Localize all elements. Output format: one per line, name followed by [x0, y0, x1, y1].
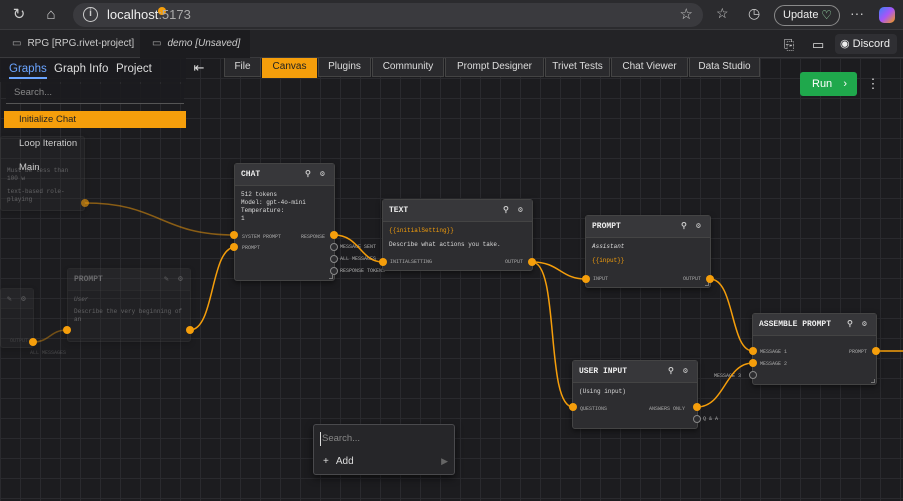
bg-prompt-output-port[interactable] [186, 326, 194, 334]
chat-prompt-port[interactable] [230, 243, 238, 251]
tab-project[interactable]: Project [116, 63, 152, 75]
chat-response-tokens-port[interactable] [330, 267, 338, 275]
settings-icon[interactable]: ⚙ [320, 164, 325, 186]
favorites-icon[interactable]: ☆ [716, 5, 729, 22]
tab-prompt-designer[interactable]: Prompt Designer [445, 58, 544, 77]
browser-toolbar: ↻ ⌂ i localhost:5173 ☆ ☆ ◷ Update ♡ ··· [0, 0, 903, 30]
chat-message-sent-port[interactable] [330, 243, 338, 251]
wire [531, 261, 587, 280]
collapse-sidebar-icon[interactable]: ⇤ [189, 60, 209, 80]
file-tabs-bar: ▭ RPG [RPG.rivet-project] ▭ demo [Unsaved] [0, 30, 903, 58]
assemble-message3-port[interactable] [749, 371, 757, 379]
pin-icon[interactable]: ⚲ [681, 216, 687, 238]
wire [696, 362, 754, 408]
favorite-star-icon[interactable]: ☆ [680, 5, 693, 23]
pin-icon[interactable]: ⚲ [503, 200, 509, 222]
chat-all-messages-port[interactable] [330, 255, 338, 263]
graph-item-initialize-chat[interactable]: Initialize Chat [4, 111, 186, 128]
settings-icon[interactable]: ⚙ [518, 200, 523, 222]
copilot-icon[interactable] [879, 7, 895, 23]
file-tab-demo[interactable]: ▭ demo [Unsaved] [140, 30, 250, 58]
url-text: localhost:5173 [107, 7, 191, 22]
file-tab-rpg[interactable]: ▭ RPG [RPG.rivet-project] [0, 30, 138, 58]
pin-icon[interactable]: ⚲ [305, 164, 311, 186]
settings-icon[interactable]: ⚙ [862, 314, 867, 336]
text-output-port[interactable] [528, 258, 536, 266]
new-file-icon[interactable]: ⎘ [784, 37, 794, 53]
run-button[interactable]: Run › [800, 72, 857, 96]
tab-community[interactable]: Community [372, 58, 444, 77]
graph-item-loop-iteration[interactable]: Loop Iteration [4, 135, 186, 152]
discord-button[interactable]: ◉ Discord [835, 34, 897, 54]
tab-plugins[interactable]: Plugins [318, 58, 371, 77]
pin-icon[interactable]: ⚲ [668, 361, 674, 383]
chat-system-prompt-port[interactable] [230, 231, 238, 239]
wire [709, 278, 754, 352]
user-input-node[interactable]: USER INPUT ⚲ ⚙ (Using input) QUESTIONS ANS… [572, 360, 698, 429]
assemble-output-port[interactable] [872, 347, 880, 355]
tab-data-studio[interactable]: Data Studio [689, 58, 760, 77]
context-add-item[interactable]: + Add [323, 456, 354, 467]
address-bar[interactable]: i localhost:5173 ☆ [73, 3, 703, 27]
prompt-node[interactable]: PROMPT ⚲ ⚙ Assistant {{input}} INPUT OUTPU… [585, 215, 711, 288]
text-node[interactable]: TEXT ⚲ ⚙ {{initialSetting}} Describe what … [382, 199, 533, 271]
reload-icon[interactable]: ↻ [8, 5, 30, 25]
graphs-sidebar: Graphs Graph Info Project Search... Init… [0, 58, 186, 501]
chat-response-port[interactable] [330, 231, 338, 239]
heart-icon: ♡ [821, 8, 832, 22]
chevron-right-icon: › [843, 78, 847, 90]
tab-canvas[interactable]: Canvas [262, 58, 317, 78]
settings-icon[interactable]: ⚙ [683, 361, 688, 383]
more-browser-icon[interactable]: ··· [850, 5, 864, 21]
chat-node[interactable]: CHAT ⚲ ⚙ 512 tokens Model: gpt-4o-mini Tem… [234, 163, 335, 281]
text-input-port[interactable] [379, 258, 387, 266]
discord-icon: ◉ [840, 38, 853, 50]
tab-trivet-tests[interactable]: Trivet Tests [545, 58, 610, 77]
tab-graph-info[interactable]: Graph Info [54, 63, 108, 75]
tab-file[interactable]: File [224, 58, 261, 77]
user-input-qa-port[interactable] [693, 415, 701, 423]
folder-icon[interactable]: ▭ [812, 37, 824, 53]
user-input-answers-port[interactable] [693, 403, 701, 411]
tab-graphs[interactable]: Graphs [9, 63, 47, 79]
assemble-message2-port[interactable] [749, 359, 757, 367]
settings-icon[interactable]: ⚙ [696, 216, 701, 238]
wire [189, 246, 236, 331]
tab-chat-viewer[interactable]: Chat Viewer [611, 58, 688, 77]
graph-search-input[interactable]: Search... [6, 84, 184, 104]
assemble-prompt-node[interactable]: ASSEMBLE PROMPT ⚲ ⚙ MESSAGE 1 MESSAGE 2 PR… [752, 313, 877, 385]
more-options-icon[interactable]: ⋮ [866, 76, 880, 92]
prompt-input-port[interactable] [582, 275, 590, 283]
document-icon: ▭ [12, 38, 22, 49]
plus-icon: + [323, 456, 329, 467]
wire [333, 234, 384, 263]
update-button[interactable]: Update ♡ [774, 5, 840, 26]
assemble-message1-port[interactable] [749, 347, 757, 355]
document-icon: ▭ [152, 38, 162, 49]
history-icon[interactable]: ◷ [748, 5, 760, 22]
context-menu: Search... + Add ▶ [313, 424, 455, 475]
home-icon[interactable]: ⌂ [40, 5, 62, 25]
pin-icon[interactable]: ⚲ [847, 314, 853, 336]
context-search-input[interactable]: Search... [320, 432, 448, 446]
user-input-questions-port[interactable] [569, 403, 577, 411]
chevron-right-icon: ▶ [441, 456, 448, 466]
wire [531, 261, 574, 408]
info-icon[interactable]: i [83, 7, 98, 22]
graph-item-main[interactable]: Main [4, 159, 186, 176]
prompt-output-port[interactable] [706, 275, 714, 283]
